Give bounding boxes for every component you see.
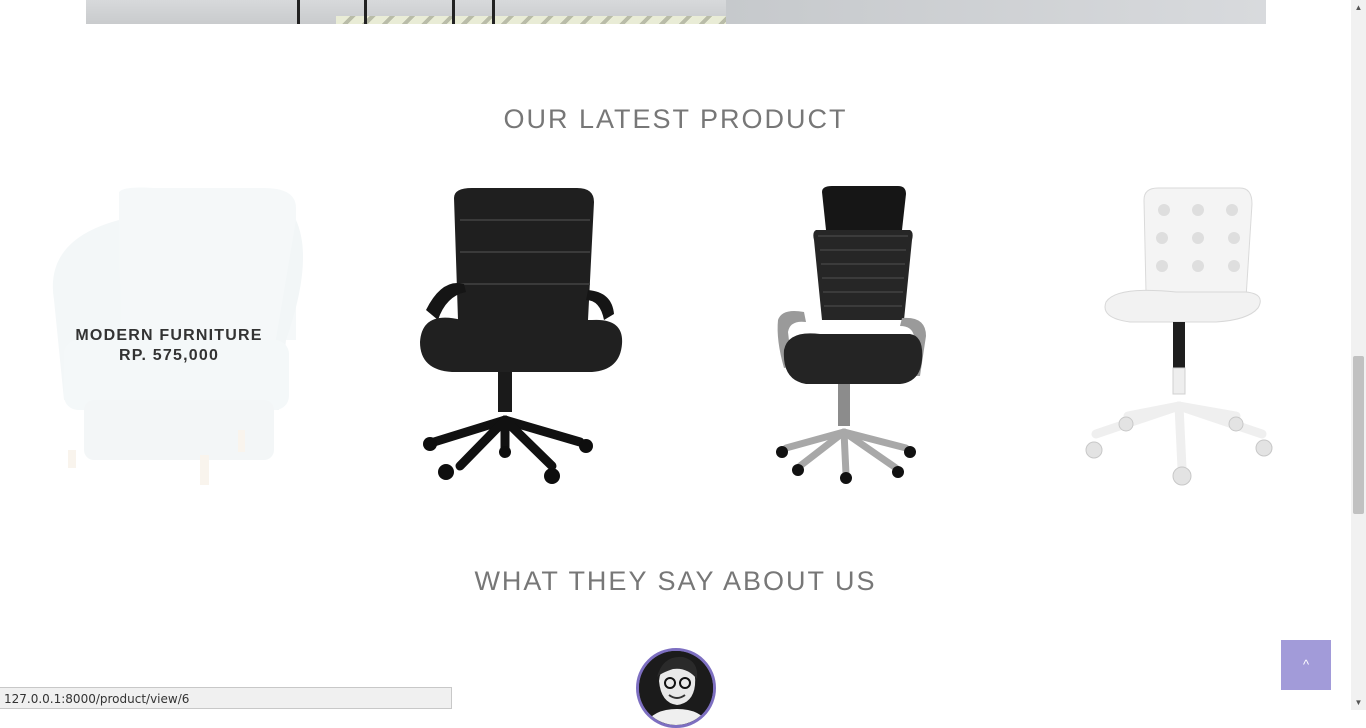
hero-table-leg <box>364 0 367 24</box>
product-card[interactable] <box>700 180 990 490</box>
product-name: MODERN FURNITURE <box>75 327 263 344</box>
scroll-up-arrow-icon[interactable]: ▲ <box>1351 0 1366 15</box>
browser-status-bar: 127.0.0.1:8000/product/view/6 <box>0 687 452 709</box>
product-price: RP. 575,000 <box>118 347 220 364</box>
hero-table-leg <box>492 0 495 24</box>
product-card[interactable]: MODERN FURNITURE RP. 575,000 <box>24 180 314 490</box>
testimonials-heading: WHAT THEY SAY ABOUT US <box>474 566 877 596</box>
scrollbar-thumb[interactable] <box>1353 356 1364 514</box>
chevron-up-icon: ^ <box>1302 657 1310 672</box>
scroll-down-arrow-icon[interactable]: ▼ <box>1351 695 1366 710</box>
white-swivel-chair-image <box>1085 187 1273 486</box>
office-chair-image <box>420 188 623 484</box>
mesh-office-chair-image <box>776 186 926 484</box>
status-url: 127.0.0.1:8000/product/view/6 <box>4 692 190 706</box>
product-card[interactable] <box>362 180 652 490</box>
product-caption: MODERN FURNITURE RP. 575,000 <box>24 326 314 366</box>
person-avatar-image <box>639 651 713 725</box>
testimonial-avatar <box>636 648 716 728</box>
scroll-to-top-button[interactable]: ^ <box>1281 640 1331 690</box>
hero-sheen <box>726 0 1266 24</box>
hero-table-leg <box>297 0 300 24</box>
hero-table-leg <box>452 0 455 24</box>
latest-product-heading: OUR LATEST PRODUCT <box>503 104 848 134</box>
page-scrollbar[interactable]: ▲ ▼ <box>1351 0 1366 710</box>
product-card[interactable] <box>1036 180 1326 490</box>
hero-image <box>86 0 1266 24</box>
